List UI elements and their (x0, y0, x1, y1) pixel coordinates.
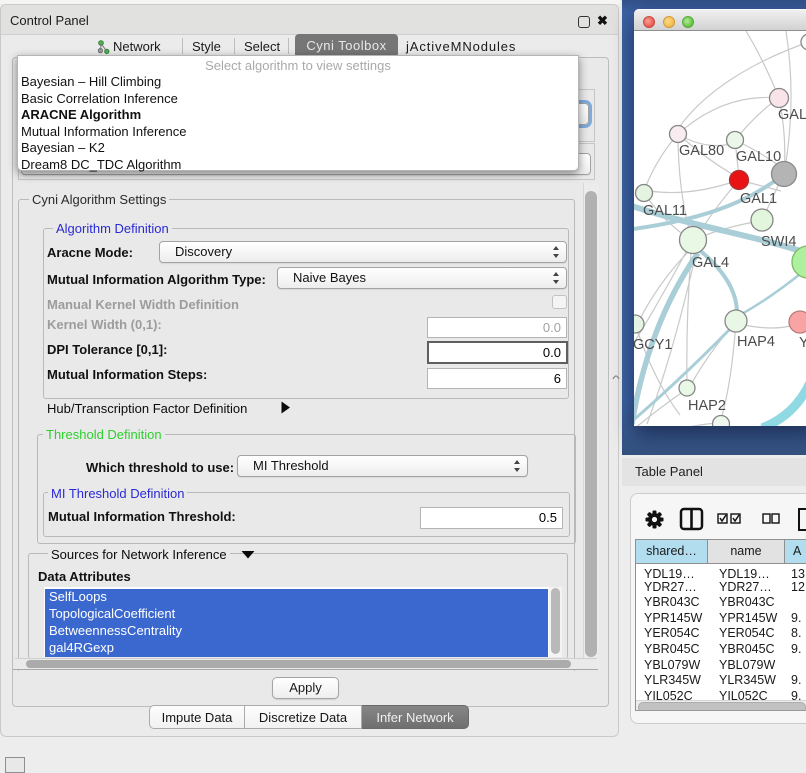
svg-text:GCY1: GCY1 (634, 337, 673, 353)
svg-text:Y: Y (799, 335, 806, 351)
svg-text:GAL8: GAL8 (778, 107, 806, 123)
svg-text:GAL10: GAL10 (736, 149, 781, 165)
svg-text:GAL11: GAL11 (643, 203, 687, 219)
svg-text:SWI4: SWI4 (761, 234, 796, 250)
svg-text:GAL1: GAL1 (740, 191, 777, 207)
svg-text:HAP4: HAP4 (737, 334, 775, 350)
svg-text:HAP2: HAP2 (688, 398, 726, 414)
svg-text:GAL4: GAL4 (692, 255, 729, 271)
svg-text:GAL80: GAL80 (679, 143, 724, 159)
